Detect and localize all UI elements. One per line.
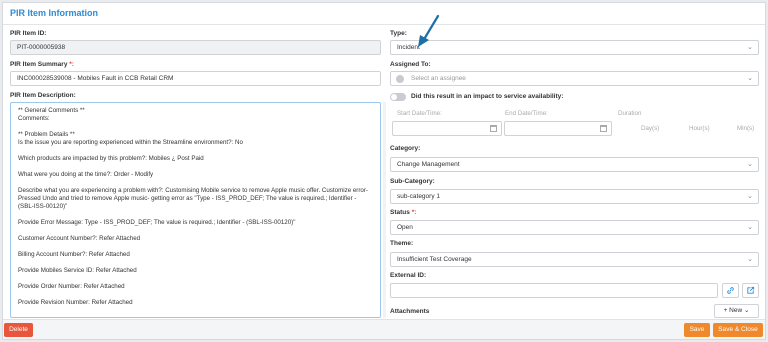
toggle-knob [391, 94, 397, 100]
start-date-label: Start Date/Time: [397, 110, 442, 117]
assignee-select[interactable]: Select an assignee ⌄ [390, 71, 759, 86]
duration-label: Duration [618, 110, 642, 117]
external-id-label: External ID: [390, 272, 427, 279]
pir-item-summary-label: PIR Item Summary *: [10, 61, 74, 68]
status-label-text: Status [390, 209, 410, 216]
theme-value: Insufficient Test Coverage [397, 256, 472, 263]
assignee-placeholder: Select an assignee [411, 75, 466, 82]
required-marker: *: [69, 61, 74, 68]
save-button[interactable]: Save [684, 323, 710, 337]
link-icon[interactable] [722, 283, 739, 298]
required-marker: *: [411, 209, 417, 216]
description-paragraph: ** Problem Details ** Is the issue you a… [18, 131, 243, 146]
duration-mins: Min(s) [737, 125, 755, 132]
type-select[interactable]: Incident ⌄ [390, 40, 759, 55]
theme-label: Theme: [390, 240, 414, 247]
description-paragraph: What were you doing at the time?: Order … [18, 171, 154, 178]
title-divider [3, 24, 765, 25]
description-paragraph: Customer Account Number?: Refer Attached [18, 235, 141, 242]
attachments-label: Attachments [390, 308, 430, 315]
description-paragraph: Provide Order Number: Refer Attached [18, 283, 125, 290]
description-scrollbar[interactable] [383, 102, 386, 318]
type-label: Type: [390, 30, 407, 37]
duration-days: Day(s) [641, 125, 660, 132]
end-date-label: End Date/Time: [505, 110, 548, 117]
impact-label: Did this result in an impact to service … [411, 93, 564, 100]
description-paragraph: Which products are impacted by this prob… [18, 155, 204, 162]
subcategory-value: sub-category 1 [397, 193, 440, 200]
new-attachment-button[interactable]: + New ⌄ [714, 304, 759, 318]
status-select[interactable]: Open ⌄ [390, 220, 759, 235]
delete-button[interactable]: Delete [4, 323, 33, 337]
description-paragraph: Describe what you are experiencing a pro… [18, 187, 368, 210]
pir-item-id-field: PIT-0000005938 [10, 40, 381, 55]
start-date-input[interactable] [392, 121, 502, 136]
chevron-down-icon: ⌄ [747, 44, 753, 51]
pir-item-summary-input[interactable]: INC000028539008 - Mobiles Fault in CCB R… [10, 71, 381, 86]
description-paragraph: Provide Mobiles Service ID: Refer Attach… [18, 267, 137, 274]
category-label: Category: [390, 145, 421, 152]
status-label: Status *: [390, 209, 416, 216]
panel-title: PIR Item Information [10, 8, 99, 18]
save-and-close-button[interactable]: Save & Close [713, 323, 763, 337]
calendar-icon[interactable] [490, 125, 497, 132]
chevron-down-icon: ⌄ [747, 193, 753, 200]
description-paragraph: ** General Comments ** Comments: [18, 107, 85, 122]
pir-item-description-textarea[interactable]: ** General Comments ** Comments: ** Prob… [10, 102, 381, 318]
subcategory-select[interactable]: sub-category 1 ⌄ [390, 189, 759, 204]
chevron-down-icon: ⌄ [747, 224, 753, 231]
description-paragraph: Provide Revision Number: Refer Attached [18, 299, 133, 306]
pir-item-description-label: PIR Item Description: [10, 92, 76, 99]
end-date-input[interactable] [504, 121, 612, 136]
pir-item-id-label: PIR Item ID: [10, 30, 47, 37]
description-paragraph: Billing Account Number?: Refer Attached [18, 251, 130, 258]
chevron-down-icon: ⌄ [747, 161, 753, 168]
duration-hours: Hour(s) [689, 125, 710, 132]
impact-toggle[interactable] [390, 93, 406, 101]
calendar-icon[interactable] [600, 125, 607, 132]
chevron-down-icon: ⌄ [747, 256, 753, 263]
status-value: Open [397, 224, 413, 231]
description-paragraph: Provide Error Message: Type - ISS_PROD_D… [18, 219, 296, 226]
annotation-arrow-icon [418, 14, 440, 47]
external-link-icon[interactable] [742, 283, 759, 298]
user-avatar-icon [396, 75, 404, 83]
summary-label-text: PIR Item Summary [10, 61, 68, 68]
subcategory-label: Sub-Category: [390, 178, 435, 185]
category-value: Change Management [397, 161, 460, 168]
chevron-down-icon: ⌄ [747, 75, 753, 82]
external-id-input[interactable] [390, 283, 718, 298]
assigned-to-label: Assigned To: [390, 61, 431, 68]
theme-select[interactable]: Insufficient Test Coverage ⌄ [390, 252, 759, 267]
action-footer [3, 319, 765, 339]
category-select[interactable]: Change Management ⌄ [390, 157, 759, 172]
